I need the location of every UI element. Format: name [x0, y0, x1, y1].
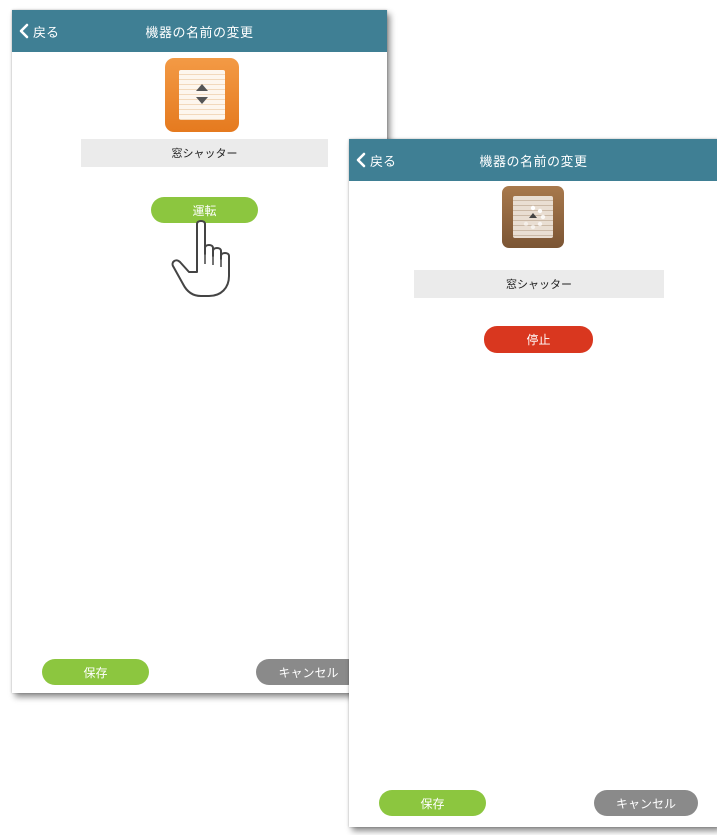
page-title: 機器の名前の変更: [145, 25, 254, 41]
cancel-button[interactable]: キャンセル: [594, 790, 698, 816]
navbar: 戻る 機器の名前の変更: [349, 139, 717, 181]
hand-pointer-icon: [171, 220, 230, 297]
rename-screen-before: 戻る 機器の名前の変更 窓シャッター 運転 保存 キャンセル: [12, 10, 387, 693]
cancel-button[interactable]: キャンセル: [256, 659, 361, 685]
device-name-field[interactable]: 窓シャッター: [414, 270, 664, 298]
save-button[interactable]: 保存: [379, 790, 486, 816]
up-down-arrows-icon: [196, 84, 208, 104]
loading-spinner-icon: [523, 205, 546, 230]
shutter-icon[interactable]: [165, 58, 239, 132]
rename-screen-after: 戻る 機器の名前の変更 窓シャッター 停止 保存 キャンセル: [349, 139, 717, 827]
shutter-loading-icon[interactable]: [502, 186, 564, 248]
page-title: 機器の名前の変更: [479, 154, 588, 170]
shutter-panel: [513, 196, 553, 238]
save-button[interactable]: 保存: [42, 659, 149, 685]
stop-button[interactable]: 停止: [484, 326, 593, 353]
navbar: 戻る 機器の名前の変更: [12, 10, 387, 52]
device-name-field[interactable]: 窓シャッター: [81, 139, 328, 167]
shutter-panel: [179, 70, 225, 120]
